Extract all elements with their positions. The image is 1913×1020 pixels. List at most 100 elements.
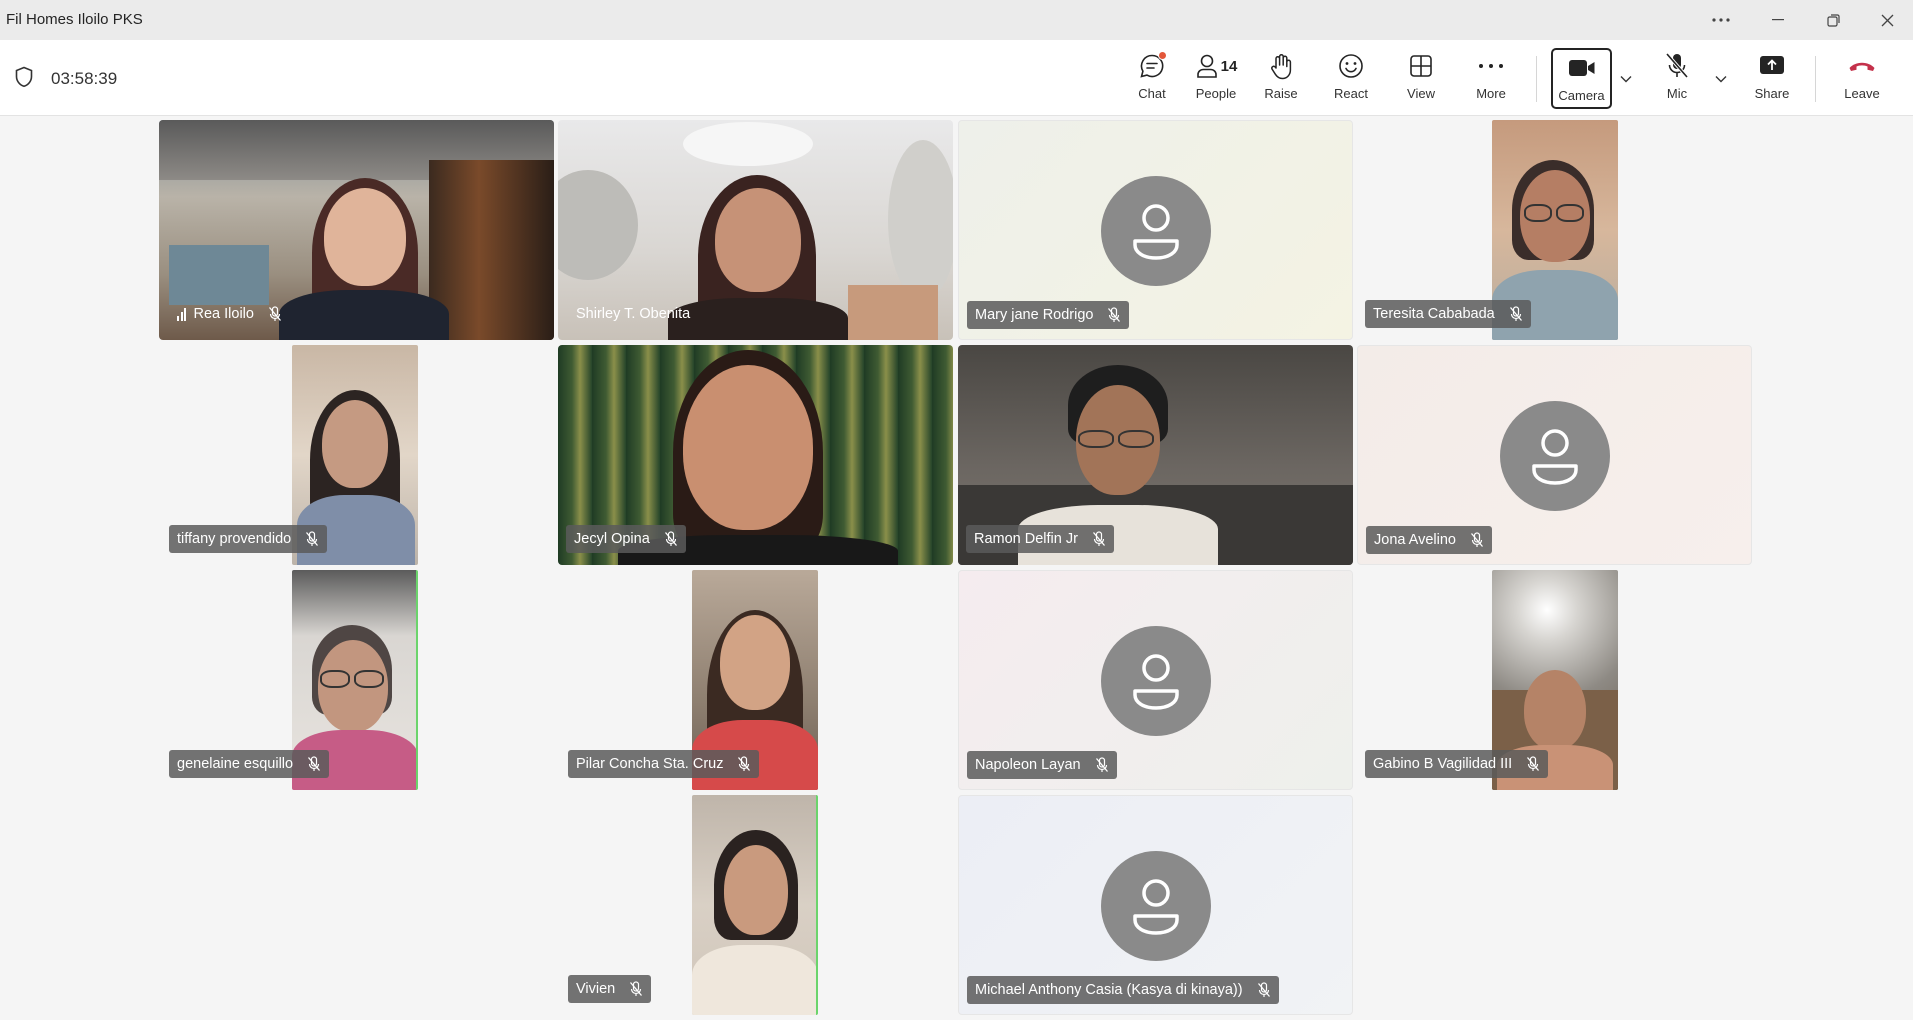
minimize-icon[interactable] <box>1765 8 1791 32</box>
video-feed <box>692 795 818 1015</box>
people-button[interactable]: 14 People <box>1186 50 1246 108</box>
grid-view-icon <box>1404 50 1438 82</box>
mic-off-icon <box>1660 50 1694 82</box>
participant-nametag: Rea Iloilo <box>169 300 290 328</box>
video-person <box>715 188 801 292</box>
participant-nametag: tiffany provendido <box>169 525 328 553</box>
ellipsis-icon <box>1474 50 1508 82</box>
participant-tile-genelaine-esquillo[interactable]: genelaine esquillo <box>159 570 554 790</box>
mic-off-icon <box>664 531 677 546</box>
mic-off-icon <box>738 756 751 771</box>
participant-name: Vivien <box>576 981 616 997</box>
more-label: More <box>1476 86 1506 101</box>
participant-tile-mary-jane-rodrigo[interactable]: Mary jane Rodrigo <box>958 120 1353 340</box>
participant-name: Jona Avelino <box>1374 532 1456 548</box>
mic-off-icon <box>1257 982 1270 997</box>
video-person <box>1078 430 1114 448</box>
more-options-icon[interactable] <box>1708 8 1734 32</box>
signal-icon <box>177 307 188 321</box>
participant-name: Shirley T. Obenita <box>576 306 691 322</box>
participant-name: Gabino B Vagilidad III <box>1373 756 1513 772</box>
camera-icon <box>1565 52 1599 84</box>
video-person <box>1524 670 1586 750</box>
view-button[interactable]: View <box>1394 50 1448 108</box>
person-icon <box>1133 204 1179 260</box>
avatar <box>1101 626 1211 736</box>
avatar <box>1101 851 1211 961</box>
participant-name: Pilar Concha Sta. Cruz <box>576 756 724 772</box>
more-button[interactable]: More <box>1464 50 1518 108</box>
participant-name: Ramon Delfin Jr <box>974 531 1078 547</box>
mic-off-icon <box>1108 307 1121 322</box>
react-button[interactable]: React <box>1324 50 1378 108</box>
video-background <box>888 140 953 300</box>
avatar <box>1500 401 1610 511</box>
people-icon-wrap: 14 <box>1189 50 1243 82</box>
participant-tile-shirley-t-obenita[interactable]: Shirley T. Obenita <box>558 120 953 340</box>
participant-name: Michael Anthony Casia (Kasya di kinaya)) <box>975 982 1243 998</box>
leave-label: Leave <box>1844 86 1880 101</box>
participant-tile-teresita-cababada[interactable]: Teresita Cababada <box>1357 120 1752 340</box>
participant-nametag: Shirley T. Obenita <box>568 300 698 328</box>
title-bar: Fil Homes Iloilo PKS <box>0 0 1913 40</box>
leave-button[interactable]: Leave <box>1834 50 1890 108</box>
participant-tile-michael-anthony-casia[interactable]: Michael Anthony Casia (Kasya di kinaya)) <box>958 795 1353 1015</box>
chat-button[interactable]: Chat <box>1124 50 1180 108</box>
participant-name: genelaine esquillo <box>177 756 294 772</box>
mic-button[interactable]: Mic <box>1652 50 1702 108</box>
video-person <box>724 845 788 935</box>
video-person <box>1524 204 1552 222</box>
video-person <box>324 188 406 286</box>
participant-nametag: Gabino B Vagilidad III <box>1365 750 1549 778</box>
mic-off-icon <box>308 756 321 771</box>
participant-name: Rea Iloilo <box>193 306 254 322</box>
video-background <box>558 170 638 280</box>
participant-tile-gabino-b-vagilidad-iii[interactable]: Gabino B Vagilidad III <box>1357 570 1752 790</box>
hang-up-icon <box>1845 50 1879 82</box>
participant-name: Napoleon Layan <box>975 757 1081 773</box>
avatar <box>1101 176 1211 286</box>
participant-nametag: Mary jane Rodrigo <box>967 301 1130 329</box>
shield-icon <box>14 66 34 88</box>
meeting-timer: 03:58:39 <box>51 69 118 88</box>
video-background <box>169 245 269 305</box>
emoji-icon <box>1334 50 1368 82</box>
participant-tile-jecyl-opina[interactable]: Jecyl Opina <box>558 345 953 565</box>
raise-hand-button[interactable]: Raise <box>1254 50 1308 108</box>
participant-tile-tiffany-provendido[interactable]: tiffany provendido <box>159 345 554 565</box>
video-person <box>320 670 350 688</box>
camera-label: Camera <box>1558 88 1605 103</box>
participant-tile-napoleon-layan[interactable]: Napoleon Layan <box>958 570 1353 790</box>
video-person <box>279 290 449 340</box>
camera-options-chevron-icon[interactable] <box>1617 70 1635 88</box>
share-label: Share <box>1754 86 1790 101</box>
notification-dot <box>1158 51 1167 60</box>
video-person <box>1556 204 1584 222</box>
participant-nametag: Michael Anthony Casia (Kasya di kinaya)) <box>967 976 1279 1004</box>
participant-tile-jona-avelino[interactable]: Jona Avelino <box>1357 345 1752 565</box>
mic-label: Mic <box>1666 86 1688 101</box>
mic-off-icon <box>268 306 281 321</box>
participant-nametag: Ramon Delfin Jr <box>966 525 1114 553</box>
participant-nametag: Teresita Cababada <box>1365 300 1531 328</box>
participant-nametag: Jona Avelino <box>1366 526 1492 554</box>
participant-nametag: Napoleon Layan <box>967 751 1117 779</box>
close-icon[interactable] <box>1874 8 1900 32</box>
mic-off-icon <box>1527 756 1540 771</box>
participant-tile-ramon-delfin-jr[interactable]: Ramon Delfin Jr <box>958 345 1353 565</box>
mic-off-icon <box>1095 757 1108 772</box>
mic-options-chevron-icon[interactable] <box>1712 70 1730 88</box>
participant-tile-pilar-concha-sta-cruz[interactable]: Pilar Concha Sta. Cruz <box>558 570 953 790</box>
participant-tile-vivien[interactable]: Vivien <box>558 795 953 1015</box>
share-button[interactable]: Share <box>1746 50 1798 108</box>
window-title: Fil Homes Iloilo PKS <box>6 11 143 28</box>
video-person <box>322 400 388 488</box>
video-person <box>1118 430 1154 448</box>
camera-button[interactable]: Camera <box>1551 48 1612 109</box>
hand-icon <box>1264 50 1298 82</box>
restore-icon[interactable] <box>1820 8 1846 32</box>
video-person <box>354 670 384 688</box>
toolbar-divider <box>1815 56 1816 102</box>
participant-name: Teresita Cababada <box>1373 306 1495 322</box>
participant-tile-rea-iloilo[interactable]: Rea Iloilo <box>159 120 554 340</box>
